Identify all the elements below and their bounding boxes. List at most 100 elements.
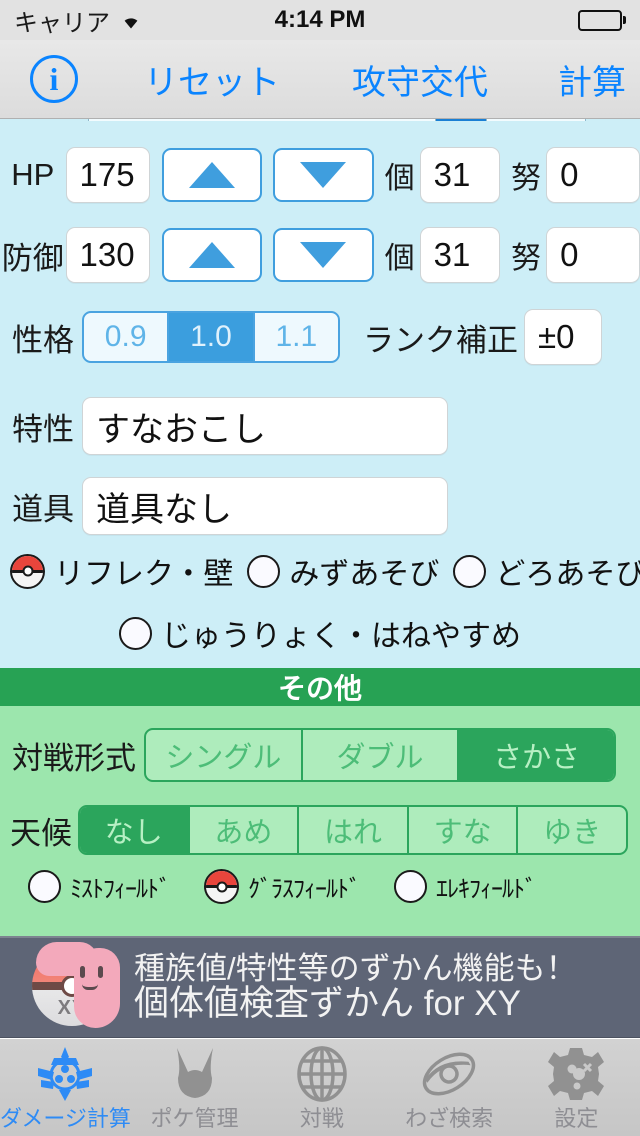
toggle-grassy-terrain[interactable]: ｸﾞﾗｽﾌｨｰﾙﾄﾞ (204, 869, 361, 904)
toggle-grassy-terrain-label: ｸﾞﾗｽﾌｨｰﾙﾄﾞ (248, 876, 361, 903)
ad-line-2: 個体値検査ずかん for XY (134, 984, 521, 1024)
defender-panel: HP 175 個 31 努 0 防御 130 個 31 努 0 性格 0.9 1… (0, 119, 640, 668)
hp-decrement-button[interactable] (273, 148, 374, 202)
toggle-electric-terrain[interactable]: ｴﾚｷﾌｨｰﾙﾄﾞ (394, 869, 537, 904)
item-input[interactable]: 道具なし (82, 477, 448, 535)
battle-format-segmented-control[interactable]: シングル ダブル さかさ (144, 728, 616, 782)
battle-format-option-2[interactable]: さかさ (457, 730, 614, 780)
toggle-water-sport[interactable]: みずあそび (247, 549, 439, 593)
tab-move-search-label: わざ検索 (405, 1106, 494, 1131)
weather-row: 天候 なし あめ はれ すな ゆき (0, 805, 640, 855)
weather-label: 天候 (10, 815, 72, 851)
defense-iv-label: 個 (384, 242, 415, 275)
defense-increment-button[interactable] (161, 228, 263, 282)
triangle-down-icon (300, 162, 347, 188)
tab-battle[interactable]: 対戦 (258, 1039, 385, 1133)
ability-label: 特性 (12, 411, 74, 447)
weather-option-4[interactable]: ゆき (516, 807, 626, 853)
gear-icon (548, 1045, 605, 1103)
other-section: 対戦形式 シングル ダブル さかさ 天候 なし あめ はれ すな ゆき ﾐｽﾄﾌ… (0, 706, 640, 938)
calculate-button[interactable]: 計算 (558, 55, 626, 104)
pokeball-checked-icon (10, 553, 45, 589)
nature-option-1[interactable]: 1.0 (167, 313, 253, 361)
ad-banner[interactable]: XY 種族値/特性等のずかん機能も！ 個体値検査ずかん for XY (0, 938, 640, 1038)
nature-segmented-control[interactable]: 0.9 1.0 1.1 (82, 311, 340, 363)
toggle-reflect-wall[interactable]: リフレク・壁 (10, 549, 233, 593)
ability-input[interactable]: すなおこし (82, 397, 448, 455)
toggle-electric-terrain-label: ｴﾚｷﾌｨｰﾙﾄﾞ (436, 876, 537, 903)
hp-value-input[interactable]: 175 (65, 147, 150, 203)
ad-line-1: 種族値/特性等のずかん機能も！ (134, 950, 577, 986)
defense-iv-input[interactable]: 31 (419, 227, 501, 283)
info-icon[interactable]: i (30, 55, 78, 103)
disc-icon (420, 1045, 478, 1103)
battery-full-icon (578, 9, 626, 31)
radio-unchecked-icon (453, 554, 487, 588)
hp-label: HP (11, 157, 55, 192)
tab-move-search[interactable]: わざ検索 (385, 1039, 512, 1133)
toggle-mud-sport-label: どろあそび (495, 558, 640, 591)
weather-option-3[interactable]: すな (406, 807, 517, 853)
defense-value-input[interactable]: 130 (65, 227, 150, 283)
nature-rank-row: 性格 0.9 1.0 1.1 ランク補正 ±0 (0, 309, 640, 365)
app-root: キャリア 4:14 PM i リセット 攻守交代 計算 HP 175 個 31 … (0, 0, 640, 1136)
radio-unchecked-icon (28, 870, 61, 903)
ability-row: 特性 すなおこし (0, 397, 640, 455)
tab-damage-calc-label: ダメージ計算 (0, 1106, 131, 1131)
weather-option-1[interactable]: あめ (187, 807, 298, 853)
defense-ev-input[interactable]: 0 (546, 227, 640, 283)
defense-label: 防御 (1, 240, 64, 276)
triangle-up-icon (188, 162, 235, 188)
battle-format-option-0[interactable]: シングル (146, 730, 301, 780)
nature-label: 性格 (12, 322, 74, 358)
clipped-scrolled-row (0, 119, 640, 121)
rank-label: ランク補正 (363, 322, 518, 358)
rank-value-input[interactable]: ±0 (524, 309, 602, 365)
tab-pokemon-manage[interactable]: ポケ管理 (131, 1039, 258, 1133)
status-bar: キャリア 4:14 PM (0, 0, 640, 40)
defense-decrement-button[interactable] (273, 228, 374, 282)
nature-option-2[interactable]: 1.1 (252, 313, 338, 361)
hp-increment-button[interactable] (161, 148, 263, 202)
defense-row: 防御 130 個 31 努 0 (0, 227, 640, 283)
toggle-mud-sport[interactable]: どろあそび (453, 549, 640, 593)
defender-toggles-row-1: リフレク・壁 みずあそび どろあそび (0, 549, 640, 593)
hp-row: HP 175 個 31 努 0 (0, 147, 640, 203)
nature-option-0[interactable]: 0.9 (84, 313, 167, 361)
reset-button[interactable]: リセット (144, 55, 280, 104)
radio-unchecked-icon (394, 870, 427, 903)
radio-unchecked-icon (119, 616, 152, 650)
tab-damage-calc[interactable]: ダメージ計算 (0, 1039, 131, 1133)
weather-option-0[interactable]: なし (80, 807, 188, 853)
toggle-gravity-roost[interactable]: じゅうりょく・はねやすめ (119, 611, 521, 655)
ditto-pokeball-xy-icon: XY (28, 941, 120, 1032)
battle-format-label: 対戦形式 (12, 740, 136, 776)
triangle-down-icon (300, 242, 347, 268)
hp-ev-input[interactable]: 0 (546, 147, 640, 203)
weather-segmented-control[interactable]: なし あめ はれ すな ゆき (78, 805, 628, 855)
item-row: 道具 道具なし (0, 477, 640, 535)
tab-bar: ダメージ計算 ポケ管理 対戦 わざ検索 設定 (0, 1039, 640, 1136)
pokemon-head-icon (168, 1045, 222, 1103)
toggle-misty-terrain[interactable]: ﾐｽﾄﾌｨｰﾙﾄﾞ (28, 869, 171, 904)
battle-format-row: 対戦形式 シングル ダブル さかさ (0, 728, 640, 782)
pokeball-checked-icon (204, 869, 239, 904)
swap-button[interactable]: 攻守交代 (352, 55, 488, 104)
defender-toggles-row-2: じゅうりょく・はねやすめ (0, 611, 640, 655)
info-icon-glyph: i (49, 61, 59, 97)
toggle-gravity-roost-label: じゅうりょく・はねやすめ (161, 620, 521, 653)
clock-label: 4:14 PM (274, 6, 366, 33)
tab-pokemon-manage-label: ポケ管理 (150, 1106, 239, 1131)
weather-option-2[interactable]: はれ (297, 807, 407, 853)
toggle-water-sport-label: みずあそび (289, 558, 440, 591)
hp-ev-label: 努 (511, 162, 542, 195)
tab-battle-label: 対戦 (299, 1106, 344, 1131)
toggle-reflect-wall-label: リフレク・壁 (54, 558, 234, 591)
toggle-misty-terrain-label: ﾐｽﾄﾌｨｰﾙﾄﾞ (70, 876, 171, 903)
tab-settings[interactable]: 設定 (513, 1039, 640, 1133)
hp-iv-input[interactable]: 31 (419, 147, 501, 203)
damage-calc-icon (36, 1045, 94, 1103)
other-section-header: その他 (0, 668, 640, 706)
battle-format-option-1[interactable]: ダブル (300, 730, 458, 780)
terrain-toggles-row: ﾐｽﾄﾌｨｰﾙﾄﾞ ｸﾞﾗｽﾌｨｰﾙﾄﾞ ｴﾚｷﾌｨｰﾙﾄﾞ (0, 869, 640, 904)
